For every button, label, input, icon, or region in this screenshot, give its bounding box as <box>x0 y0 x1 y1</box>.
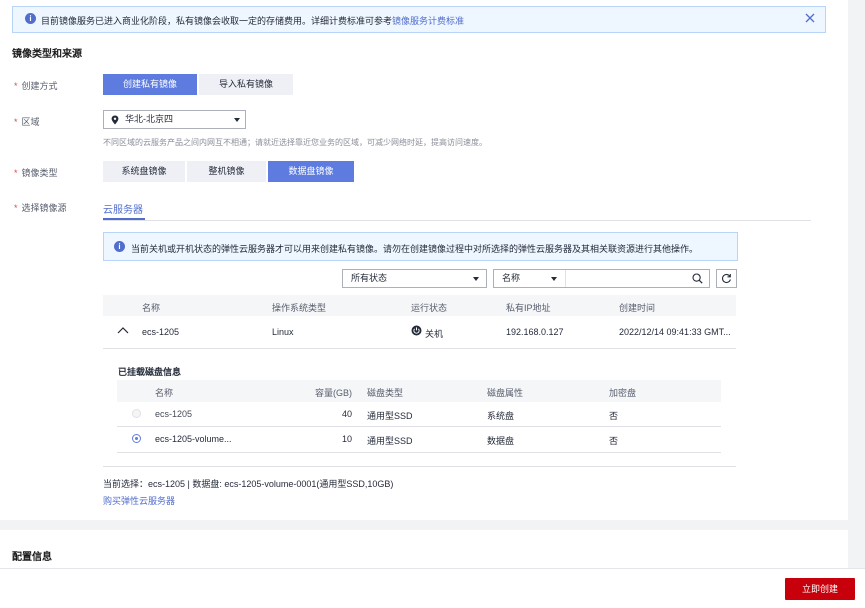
status-filter-value: 所有状态 <box>351 273 388 283</box>
billing-standard-link[interactable]: 镜像服务计费标准 <box>392 16 464 26</box>
billing-notice: i 目前镜像服务已进入商业化阶段，私有镜像会收取一定的存储费用。详细计费标准可参… <box>12 6 826 33</box>
disk-radio <box>132 409 141 418</box>
chevron-down-icon <box>551 277 557 281</box>
server-name-link[interactable]: ecs-1205 <box>142 327 179 337</box>
image-source-label-text: 选择镜像源 <box>21 203 67 213</box>
disk-radio[interactable] <box>132 434 141 443</box>
disk-col-type-header: 磁盘类型 <box>367 388 404 398</box>
create-method-label: * 创建方式 <box>14 81 58 91</box>
create-private-image-button[interactable]: 创建私有镜像 <box>103 74 197 95</box>
disk-col-capacity-header: 容量(GB) <box>315 388 352 398</box>
source-info-text: 当前关机或开机状态的弹性云服务器才可以用来创建私有镜像。请勿在创建镜像过程中对所… <box>131 244 699 254</box>
disk-info-title: 已挂载磁盘信息 <box>118 367 182 377</box>
status-filter-select[interactable]: 所有状态 <box>342 269 487 288</box>
image-source-label: * 选择镜像源 <box>14 203 67 213</box>
col-ip-header: 私有IP地址 <box>506 303 551 313</box>
disk-type: 通用型SSD <box>367 436 413 446</box>
table-bottom-divider <box>103 466 736 467</box>
notice-text-line: 目前镜像服务已进入商业化阶段，私有镜像会收取一定的存储费用。详细计费标准可参考镜… <box>41 14 464 27</box>
disk-capacity: 40 <box>341 409 352 419</box>
refresh-icon <box>721 273 732 290</box>
region-label: * 区域 <box>14 117 40 127</box>
search-icon[interactable] <box>692 273 703 290</box>
row-divider <box>117 426 721 427</box>
server-ip: 192.168.0.127 <box>506 327 564 337</box>
col-name-header: 名称 <box>142 303 161 313</box>
col-created-header: 创建时间 <box>619 303 656 313</box>
selection-summary: 当前选择：ecs-1205 | 数据盘: ecs-1205-volume-000… <box>103 479 394 489</box>
section-title-config: 配置信息 <box>12 552 52 563</box>
search-field-select[interactable]: 名称 <box>502 270 520 287</box>
create-method-label-text: 创建方式 <box>21 81 58 91</box>
disk-col-attr-header: 磁盘属性 <box>487 388 524 398</box>
disk-type: 通用型SSD <box>367 411 413 421</box>
disk-name: ecs-1205 <box>155 409 193 419</box>
disk-col-name-header: 名称 <box>155 388 174 398</box>
chevron-up-icon[interactable] <box>117 326 129 336</box>
server-os: Linux <box>272 327 294 337</box>
tab-ecs[interactable]: 云服务器 <box>103 201 143 216</box>
chevron-down-icon <box>473 277 479 281</box>
buy-ecs-link[interactable]: 购买弹性云服务器 <box>103 494 175 507</box>
full-ecs-image-button[interactable]: 整机镜像 <box>187 161 266 182</box>
source-info-box: i 当前关机或开机状态的弹性云服务器才可以用来创建私有镜像。请勿在创建镜像过程中… <box>103 232 738 261</box>
disk-attr: 数据盘 <box>487 436 515 446</box>
chevron-down-icon <box>234 118 240 122</box>
search-box[interactable]: 名称 <box>493 269 710 288</box>
row-divider <box>103 348 736 349</box>
refresh-button[interactable] <box>716 269 737 288</box>
footer-bar <box>0 568 865 608</box>
col-os-header: 操作系统类型 <box>272 303 327 313</box>
server-created: 2022/12/14 09:41:33 GMT... <box>619 327 731 337</box>
system-disk-image-button[interactable]: 系统盘镜像 <box>103 161 185 182</box>
power-off-icon <box>411 325 422 338</box>
create-now-button[interactable]: 立即创建 <box>785 578 855 600</box>
close-icon[interactable] <box>804 12 816 24</box>
info-icon: i <box>25 13 36 24</box>
region-label-text: 区域 <box>21 117 40 127</box>
location-pin-icon <box>111 114 119 131</box>
notice-text: 目前镜像服务已进入商业化阶段，私有镜像会收取一定的存储费用。详细计费标准可参考 <box>41 16 393 26</box>
disk-col-encrypted-header: 加密盘 <box>609 388 637 398</box>
info-icon: i <box>114 241 125 252</box>
region-tip: 不同区域的云服务产品之间内网互不相通；请就近选择靠近您业务的区域，可减少网络时延… <box>103 138 487 147</box>
disk-attr: 系统盘 <box>487 411 515 421</box>
disk-encrypted: 否 <box>609 436 619 446</box>
image-type-label: * 镜像类型 <box>14 168 58 178</box>
region-select[interactable]: 华北-北京四 <box>103 110 246 129</box>
section-title-source: 镜像类型和来源 <box>12 49 82 60</box>
data-disk-image-button[interactable]: 数据盘镜像 <box>268 161 354 182</box>
region-value: 华北-北京四 <box>125 114 173 124</box>
row-divider <box>117 452 721 453</box>
disk-name[interactable]: ecs-1205-volume... <box>155 434 232 444</box>
server-status: 关机 <box>425 329 444 339</box>
col-status-header: 运行状态 <box>411 303 448 313</box>
config-panel <box>0 530 848 570</box>
search-divider <box>565 270 566 287</box>
search-input[interactable] <box>572 270 682 287</box>
image-type-label-text: 镜像类型 <box>21 168 58 178</box>
import-private-image-button[interactable]: 导入私有镜像 <box>199 74 293 95</box>
disk-encrypted: 否 <box>609 411 619 421</box>
tab-divider <box>103 220 811 221</box>
disk-capacity: 10 <box>341 434 352 444</box>
